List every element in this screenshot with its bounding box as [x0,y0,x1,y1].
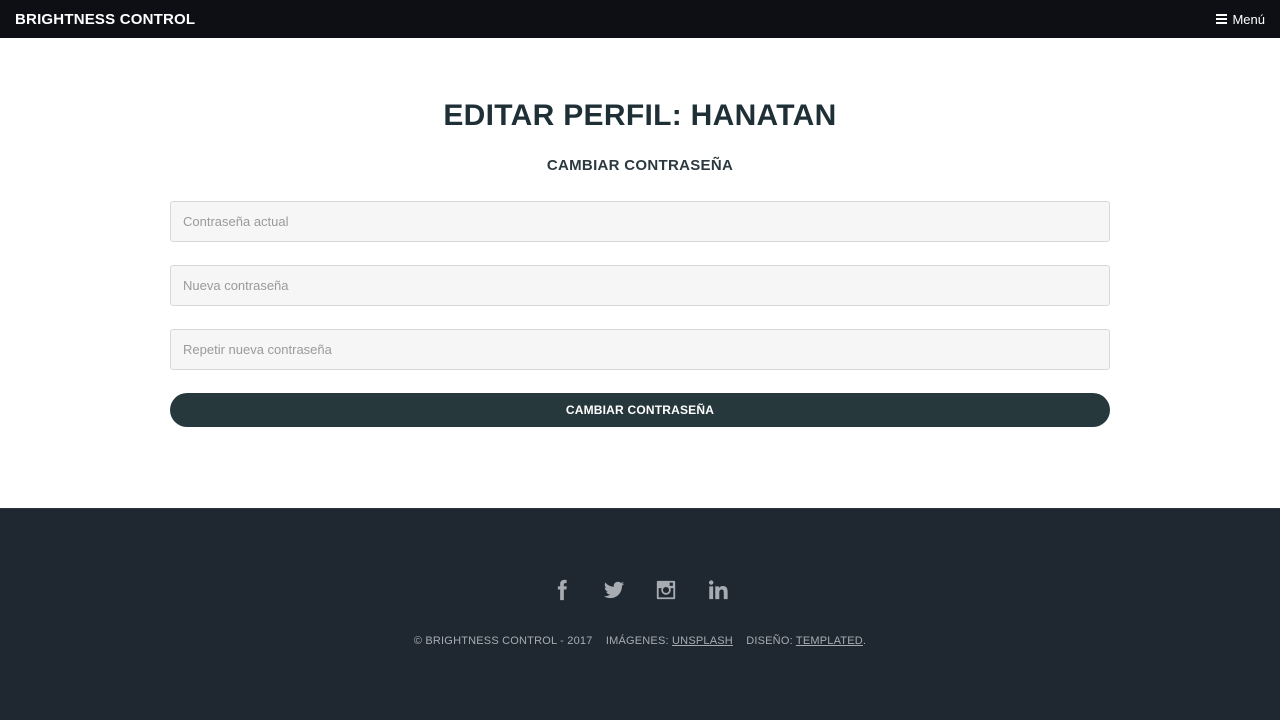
site-logo[interactable]: BRIGHTNESS CONTROL [15,11,195,28]
unsplash-link[interactable]: UNSPLASH [672,635,733,647]
design-label: DISEÑO: [746,635,793,647]
current-password-field[interactable] [170,201,1110,242]
page-title: EDITAR PERFIL: HANATAN [443,99,837,132]
section-subtitle: CAMBIAR CONTRASEÑA [546,157,734,174]
images-label: IMÁGENES: [605,635,669,647]
hamburger-icon [1216,14,1228,24]
twitter-icon[interactable] [600,576,628,604]
change-password-button[interactable]: CAMBIAR CONTRASEÑA [170,393,1110,427]
menu-button[interactable]: Menú [1216,12,1265,27]
new-password-field[interactable] [170,265,1110,306]
footer: © BRIGHTNESS CONTROL - 2017 IMÁGENES: UN… [0,508,1280,720]
design-suffix: . [862,635,867,647]
linkedin-icon[interactable] [704,576,732,604]
repeat-password-field[interactable] [170,329,1110,370]
templated-link[interactable]: TEMPLATED [796,635,863,647]
copyright-text: © BRIGHTNESS CONTROL - 2017 [413,635,593,647]
main-content: EDITAR PERFIL: HANATAN CAMBIAR CONTRASEÑ… [0,38,1280,508]
top-header: BRIGHTNESS CONTROL Menú [0,0,1280,38]
instagram-icon[interactable] [652,576,680,604]
social-links [0,576,1280,604]
facebook-icon[interactable] [548,576,576,604]
copyright-line: © BRIGHTNESS CONTROL - 2017 IMÁGENES: UN… [0,635,1280,647]
menu-label: Menú [1232,11,1265,27]
